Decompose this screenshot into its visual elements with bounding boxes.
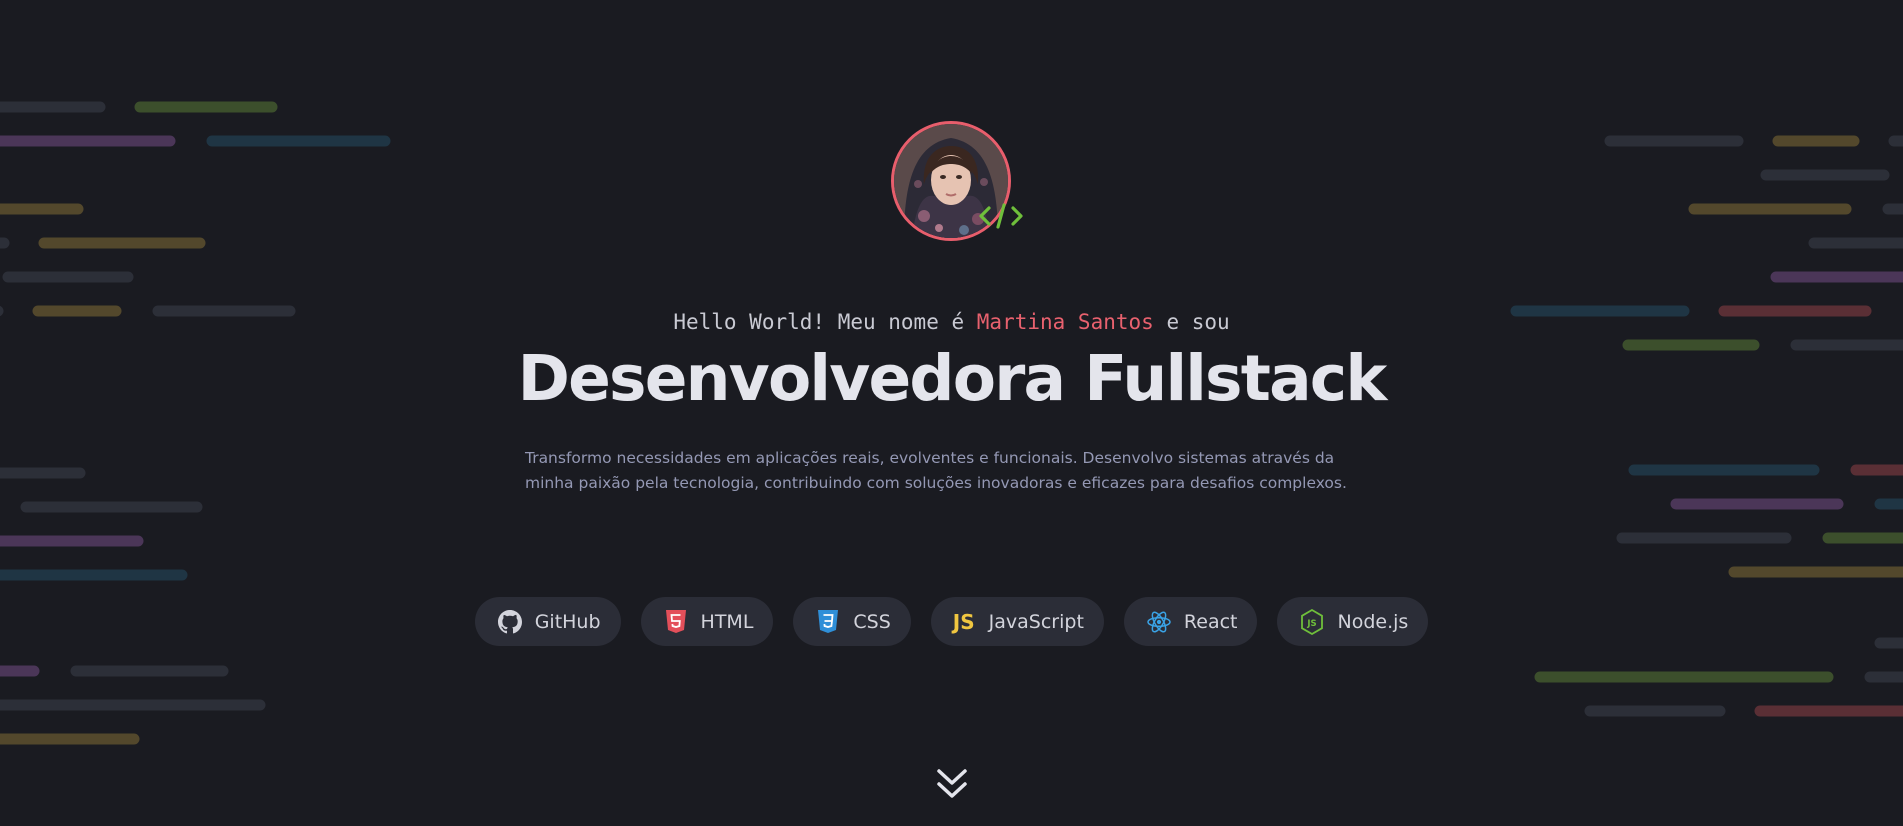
tag-html[interactable]: HTML [640,597,774,646]
scroll-down-chevrons-icon[interactable] [936,767,968,803]
svg-text:JS: JS [1307,619,1317,629]
profile-avatar-wrapper [891,121,1023,241]
tag-label: JavaScript [988,610,1084,633]
tag-label: CSS [853,610,891,633]
page-title: Desenvolvedora Fullstack [517,342,1388,415]
intro-description: Transformo necessidades em aplicações re… [525,446,1380,496]
tech-tags: GitHub HTML CSS JS JavaScript React JS N… [0,597,1903,646]
tag-label: HTML [700,610,754,633]
code-tag-icon [979,203,1023,229]
developer-name: Martina Santos [976,310,1154,334]
tag-react[interactable]: React [1123,597,1258,646]
tag-javascript[interactable]: JS JavaScript [930,597,1104,646]
tag-nodejs[interactable]: JS Node.js [1277,597,1429,646]
html5-icon [663,609,689,635]
description-line-1: Transformo necessidades em aplicações re… [525,449,1335,467]
github-icon [497,609,523,635]
hero-section: Hello World! Meu nome é Martina Santos e… [0,0,1903,826]
nodejs-icon: JS [1299,608,1325,635]
react-icon [1146,609,1172,635]
greeting-prefix: Hello World! Meu nome é [673,310,965,334]
description-line-2: minha paixão pela tecnologia, contribuin… [525,474,1347,492]
tag-github[interactable]: GitHub [474,597,621,646]
tag-label: React [1183,610,1238,633]
tag-label: Node.js [1337,610,1409,633]
tag-css[interactable]: CSS [793,597,911,646]
greeting-line: Hello World! Meu nome é Martina Santos e… [0,310,1903,334]
js-icon: JS [952,609,975,634]
css3-icon [815,609,841,635]
tag-label: GitHub [534,610,601,633]
greeting-suffix: e sou [1166,310,1230,334]
